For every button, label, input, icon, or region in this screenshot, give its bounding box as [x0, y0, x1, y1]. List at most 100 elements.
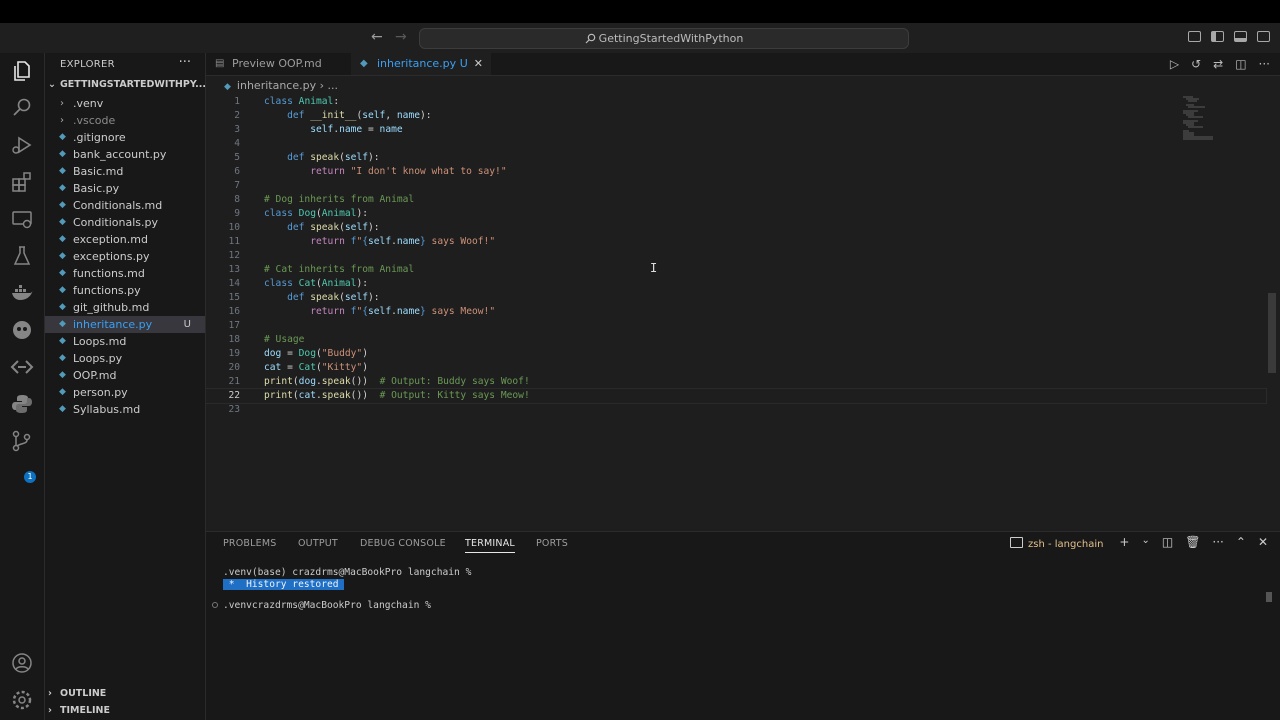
- python-icon[interactable]: [10, 392, 34, 416]
- file-item[interactable]: ◆ bank_account.py: [45, 146, 205, 163]
- new-terminal-icon[interactable]: +: [1119, 535, 1129, 549]
- docker-icon[interactable]: [10, 281, 34, 305]
- file-item[interactable]: ◆ exceptions.py: [45, 248, 205, 265]
- line-number: 5: [234, 152, 240, 163]
- file-item[interactable]: ◆ inheritance.py U: [45, 316, 205, 333]
- file-icon: ◆: [59, 353, 66, 363]
- tab-inheritance[interactable]: ◆ inheritance.py U ✕: [351, 53, 491, 75]
- source-control-icon[interactable]: [10, 429, 34, 453]
- tab-ports[interactable]: PORTS: [536, 538, 568, 552]
- editor-scrollbar[interactable]: [1268, 293, 1276, 373]
- code-line-1[interactable]: class Animal:: [264, 95, 339, 109]
- copilot-icon[interactable]: [10, 318, 34, 342]
- workspace-folder[interactable]: ⌄ GETTINGSTARTEDWITHPY...: [48, 79, 206, 90]
- explorer-more-icon[interactable]: ···: [179, 55, 191, 70]
- code-line-18[interactable]: # Usage: [264, 333, 304, 347]
- breadcrumb-file[interactable]: inheritance.py: [237, 79, 316, 92]
- more-actions-icon[interactable]: ···: [1212, 535, 1223, 549]
- tab-output[interactable]: OUTPUT: [298, 538, 338, 552]
- code-editor[interactable]: 1 class Animal: 2 def __init__(self, name…: [205, 94, 1267, 454]
- file-item[interactable]: ◆ Basic.md: [45, 163, 205, 180]
- folder-item[interactable]: › .venv: [45, 95, 205, 112]
- timeline-section[interactable]: › TIMELINE: [48, 705, 110, 716]
- code-line-22[interactable]: print(cat.speak()) # Output: Kitty says …: [264, 389, 530, 403]
- minimap[interactable]: [1183, 95, 1217, 145]
- code-line-16[interactable]: return f"{self.name} says Meow!": [264, 305, 495, 319]
- code-line-2[interactable]: def __init__(self, name):: [264, 109, 431, 123]
- remote-explorer-icon[interactable]: [10, 207, 34, 231]
- close-icon[interactable]: ✕: [474, 53, 483, 75]
- file-item[interactable]: ◆ Loops.py: [45, 350, 205, 367]
- toggle-secondary-sidebar-icon[interactable]: [1257, 31, 1270, 42]
- file-item[interactable]: ◆ functions.py: [45, 282, 205, 299]
- breadcrumb-symbol[interactable]: ...: [328, 79, 339, 92]
- file-icon: ◆: [59, 149, 66, 159]
- code-line-5[interactable]: def speak(self):: [264, 151, 379, 165]
- customize-layout-icon[interactable]: [1188, 31, 1201, 42]
- workspace-folder-label: GETTINGSTARTEDWITHPY...: [60, 79, 206, 90]
- code-line-11[interactable]: return f"{self.name} says Woof!": [264, 235, 495, 249]
- file-item[interactable]: ◆ person.py: [45, 384, 205, 401]
- file-label: bank_account.py: [73, 148, 167, 161]
- files-icon[interactable]: [10, 59, 34, 83]
- line-number: 23: [228, 404, 240, 415]
- file-label: exceptions.py: [73, 250, 150, 263]
- tab-preview-oop[interactable]: ▤ Preview OOP.md: [206, 53, 351, 75]
- file-item[interactable]: ◆ OOP.md: [45, 367, 205, 384]
- file-item[interactable]: ◆ Loops.md: [45, 333, 205, 350]
- code-line-19[interactable]: dog = Dog("Buddy"): [264, 347, 368, 361]
- live-share-icon[interactable]: [10, 355, 34, 379]
- code-line-15[interactable]: def speak(self):: [264, 291, 379, 305]
- split-editor-icon[interactable]: ◫: [1235, 57, 1246, 71]
- search-icon[interactable]: [10, 96, 34, 120]
- tab-debug-console[interactable]: DEBUG CONSOLE: [360, 538, 446, 552]
- line-number: 1: [234, 96, 240, 107]
- testing-icon[interactable]: [10, 244, 34, 268]
- run-debug-icon[interactable]: [10, 133, 34, 157]
- file-item[interactable]: ◆ git_github.md: [45, 299, 205, 316]
- terminal-scrollbar[interactable]: [1266, 592, 1272, 602]
- file-icon: ◆: [59, 166, 66, 176]
- code-line-13[interactable]: # Cat inherits from Animal: [264, 263, 414, 277]
- code-line-3[interactable]: self.name = name: [264, 123, 402, 137]
- split-terminal-icon[interactable]: ◫: [1162, 535, 1173, 549]
- tab-problems[interactable]: PROBLEMS: [223, 538, 276, 552]
- code-line-20[interactable]: cat = Cat("Kitty"): [264, 361, 368, 375]
- extensions-icon[interactable]: [10, 170, 34, 194]
- trash-icon[interactable]: 🗑: [1185, 535, 1200, 549]
- code-line-14[interactable]: class Cat(Animal):: [264, 277, 368, 291]
- terminal-prompt[interactable]: .venvcrazdrms@MacBookPro langchain %: [223, 600, 431, 611]
- command-center[interactable]: GettingStartedWithPython: [419, 28, 909, 49]
- toggle-panel-icon[interactable]: [1234, 31, 1247, 42]
- timeline-history-icon[interactable]: ↺: [1191, 57, 1201, 71]
- file-item[interactable]: ◆ Conditionals.md: [45, 197, 205, 214]
- account-icon[interactable]: [10, 651, 34, 675]
- back-arrow-icon[interactable]: ←: [371, 29, 383, 45]
- code-line-6[interactable]: return "I don't know what to say!": [264, 165, 506, 179]
- file-item[interactable]: ◆ Syllabus.md: [45, 401, 205, 418]
- terminal-instance[interactable]: zsh - langchain: [1010, 537, 1103, 550]
- file-item[interactable]: ◆ Basic.py: [45, 180, 205, 197]
- code-line-8[interactable]: # Dog inherits from Animal: [264, 193, 414, 207]
- manage-gear-icon[interactable]: [10, 688, 34, 712]
- toggle-primary-sidebar-icon[interactable]: [1211, 31, 1224, 42]
- file-item[interactable]: ◆ Conditionals.py: [45, 214, 205, 231]
- close-panel-icon[interactable]: ✕: [1258, 535, 1268, 549]
- code-line-21[interactable]: print(dog.speak()) # Output: Buddy says …: [264, 375, 530, 389]
- line-number: 20: [228, 362, 240, 373]
- file-item[interactable]: ◆ functions.md: [45, 265, 205, 282]
- code-line-9[interactable]: class Dog(Animal):: [264, 207, 368, 221]
- more-actions-icon[interactable]: ···: [1259, 57, 1270, 71]
- file-item[interactable]: ◆ exception.md: [45, 231, 205, 248]
- file-item[interactable]: ◆ .gitignore: [45, 129, 205, 146]
- tab-terminal[interactable]: TERMINAL: [465, 538, 515, 553]
- folder-item[interactable]: › .vscode: [45, 112, 205, 129]
- chevron-down-icon[interactable]: ⌄: [1141, 535, 1149, 549]
- code-line-10[interactable]: def speak(self):: [264, 221, 379, 235]
- maximize-panel-icon[interactable]: ⌃: [1236, 535, 1246, 549]
- outline-section[interactable]: › OUTLINE: [48, 688, 106, 699]
- run-python-icon[interactable]: ▷: [1170, 57, 1179, 71]
- forward-arrow-icon[interactable]: →: [395, 29, 407, 45]
- compare-changes-icon[interactable]: ⇄: [1213, 57, 1223, 71]
- chevron-right-icon: ›: [60, 98, 64, 109]
